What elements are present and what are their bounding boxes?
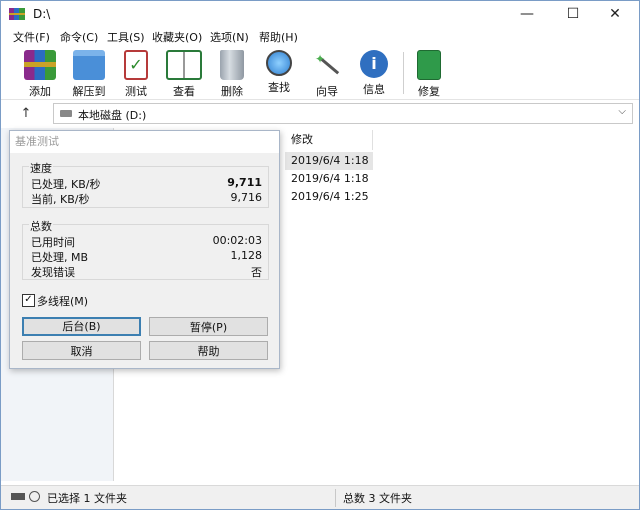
maximize-button[interactable]: ☐ (550, 1, 596, 28)
magnifier-icon (266, 50, 292, 76)
list-item[interactable]: 2019/6/4 1:18 (285, 152, 373, 170)
toolbar-separator (403, 52, 404, 94)
processed-mb-row: 已处理, MB 1,128 (31, 249, 262, 265)
total-group-label: 总数 (29, 218, 53, 234)
menu-options[interactable]: 选项(N) (210, 29, 249, 45)
processed-speed-label: 已处理, KB/秒 (31, 178, 101, 191)
window-title: D:\ (33, 7, 51, 21)
elapsed-label: 已用时间 (31, 236, 75, 249)
address-path: 本地磁盘 (D:) (78, 109, 147, 122)
status-total: 总数 3 文件夹 (343, 492, 412, 505)
winrar-window: D:\ — ☐ ✕ 文件(F) 命令(C) 工具(S) 收藏夹(O) 选项(N)… (0, 0, 640, 510)
clipboard-check-icon: ✓ (124, 50, 148, 80)
errors-label: 发现错误 (31, 266, 75, 279)
book-icon (166, 50, 202, 80)
menu-file[interactable]: 文件(F) (13, 29, 50, 45)
speed-group: 速度 已处理, KB/秒 9,711 当前, KB/秒 9,716 (22, 160, 269, 208)
column-header-modified[interactable]: 修改 (285, 130, 373, 150)
address-row: ↑ 本地磁盘 (D:) ⌵ (1, 101, 639, 127)
menu-commands[interactable]: 命令(C) (60, 29, 98, 45)
errors-row: 发现错误 否 (31, 264, 262, 280)
menu-tools[interactable]: 工具(S) (107, 29, 145, 45)
multithread-label: 多线程(M) (37, 295, 89, 308)
status-bar: 已选择 1 文件夹 总数 3 文件夹 (1, 485, 639, 509)
toolbar-find-button[interactable]: 查找 (257, 50, 301, 98)
menu-bar: 文件(F) 命令(C) 工具(S) 收藏夹(O) 选项(N) 帮助(H) (1, 28, 639, 46)
winrar-app-icon (9, 8, 25, 20)
total-group: 总数 已用时间 00:02:03 已处理, MB 1,128 发现错误 否 (22, 218, 269, 280)
dialog-title: 基准测试 (10, 131, 279, 153)
toolbar: 添加 解压到 ✓ 测试 查看 删除 查找 ✦ 向导 i 信息 修复 (1, 46, 639, 100)
toolbar-view-button[interactable]: 查看 (162, 50, 206, 98)
current-speed-label: 当前, KB/秒 (31, 193, 90, 206)
address-bar[interactable]: 本地磁盘 (D:) ⌵ (53, 103, 633, 124)
folder-icon (73, 50, 105, 80)
toolbar-delete-button[interactable]: 删除 (210, 50, 254, 98)
errors-value: 否 (251, 266, 262, 279)
drive-status-icon (11, 493, 25, 500)
benchmark-dialog: 基准测试 速度 已处理, KB/秒 9,711 当前, KB/秒 9,716 总… (9, 130, 280, 369)
toolbar-extract-button[interactable]: 解压到 (67, 50, 111, 98)
checkmark-icon[interactable]: ✓ (22, 294, 35, 307)
menu-help[interactable]: 帮助(H) (259, 29, 298, 45)
info-icon: i (360, 50, 388, 78)
toolbar-repair-button[interactable]: 修复 (407, 50, 451, 98)
toolbar-add-button[interactable]: 添加 (18, 50, 62, 98)
minimize-button[interactable]: — (504, 1, 550, 28)
speed-group-label: 速度 (29, 160, 53, 176)
close-button[interactable]: ✕ (592, 1, 638, 28)
cancel-button[interactable]: 取消 (22, 341, 141, 360)
toolbar-test-button[interactable]: ✓ 测试 (114, 50, 158, 98)
title-bar: D:\ — ☐ ✕ (1, 1, 639, 28)
elapsed-value: 00:02:03 (212, 234, 262, 247)
pause-button[interactable]: 暂停(P) (149, 317, 268, 336)
key-icon (29, 491, 40, 502)
current-speed-row: 当前, KB/秒 9,716 (31, 191, 262, 207)
background-button[interactable]: 后台(B) (22, 317, 141, 336)
help-button[interactable]: 帮助 (149, 341, 268, 360)
processed-mb-value: 1,128 (230, 249, 263, 262)
current-speed-value: 9,716 (230, 191, 263, 204)
menu-favorites[interactable]: 收藏夹(O) (152, 29, 202, 45)
status-selected: 已选择 1 文件夹 (47, 492, 127, 505)
list-item[interactable]: 2019/6/4 1:25 (285, 188, 373, 206)
drive-icon (60, 110, 72, 117)
repair-book-icon (417, 50, 441, 80)
processed-mb-label: 已处理, MB (31, 251, 89, 264)
winrar-books-icon (24, 50, 56, 80)
trash-icon (220, 50, 244, 80)
toolbar-info-button[interactable]: i 信息 (352, 50, 396, 98)
elapsed-row: 已用时间 00:02:03 (31, 234, 262, 250)
processed-speed-value: 9,711 (227, 176, 262, 189)
toolbar-wizard-button[interactable]: ✦ 向导 (305, 50, 349, 98)
wand-icon: ✦ (311, 50, 343, 80)
up-arrow-button[interactable]: ↑ (15, 104, 37, 124)
processed-speed-row: 已处理, KB/秒 9,711 (31, 176, 262, 192)
list-item[interactable]: 2019/6/4 1:18 (285, 170, 373, 188)
chevron-down-icon[interactable]: ⌵ (618, 106, 626, 117)
status-divider (335, 489, 336, 507)
